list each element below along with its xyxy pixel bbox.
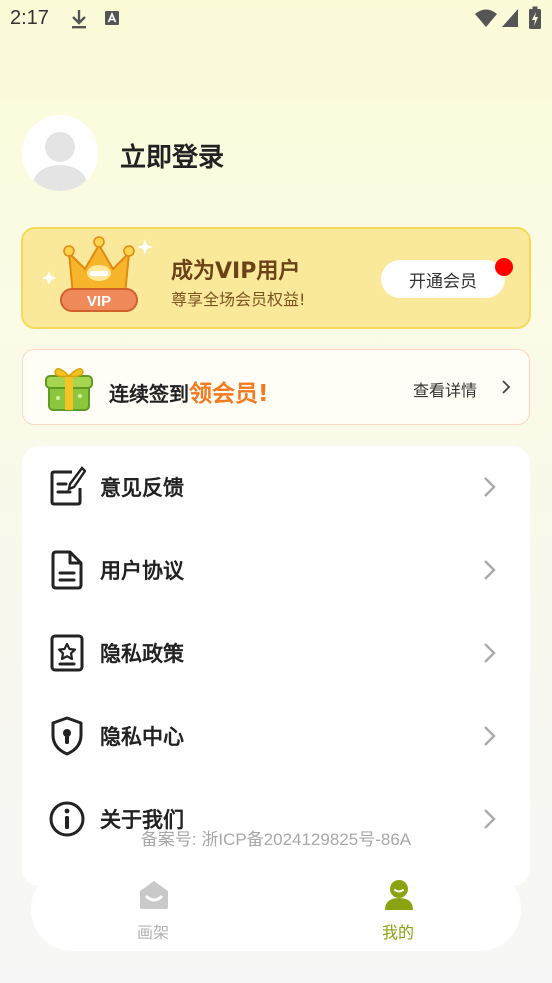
chevron-right-icon xyxy=(484,477,496,497)
chevron-right-icon xyxy=(502,380,511,394)
signin-text-highlight: 领会员! xyxy=(189,381,269,407)
gift-icon xyxy=(45,368,93,411)
vip-banner[interactable]: VIP 成为VIP用户 尊享全场会员权益! 开通会员 xyxy=(21,227,531,329)
vip-title: 成为VIP用户 xyxy=(171,259,301,284)
open-membership-button[interactable]: 开通会员 xyxy=(381,260,505,298)
settings-menu: 意见反馈 用户协议 隐私政策 隐私中心 关于我们 xyxy=(22,446,530,886)
nav-tab-shelf[interactable]: 画架 xyxy=(93,867,213,951)
view-details-link[interactable]: 查看详情 xyxy=(413,377,511,401)
vip-crown-icon: VIP xyxy=(42,236,153,312)
signin-text: 连续签到领会员! xyxy=(109,374,269,408)
wifi-icon xyxy=(475,9,497,27)
keyboard-a-icon xyxy=(105,11,119,25)
vip-subtitle: 尊享全场会员权益! xyxy=(171,290,306,309)
nav-label-shelf: 画架 xyxy=(136,923,169,942)
privacy-policy-icon xyxy=(50,634,84,672)
document-icon xyxy=(51,550,83,590)
chevron-right-icon xyxy=(484,560,496,580)
status-time: 2:17 xyxy=(10,7,49,29)
vip-badge-text: VIP xyxy=(87,293,111,310)
menu-item-privacy-policy[interactable]: 隐私政策 xyxy=(22,612,530,695)
feedback-icon xyxy=(50,466,86,506)
menu-label-feedback: 意见反馈 xyxy=(100,476,184,500)
signin-banner[interactable]: 连续签到领会员! 查看详情 xyxy=(22,349,530,425)
notification-dot xyxy=(495,258,513,276)
avatar[interactable] xyxy=(22,115,98,191)
default-avatar-icon xyxy=(22,115,98,191)
chevron-right-icon xyxy=(484,726,496,746)
signal-icon xyxy=(502,9,518,27)
shield-icon xyxy=(51,716,83,756)
login-link[interactable]: 立即登录 xyxy=(120,137,224,174)
bottom-nav: 画架 我的 xyxy=(31,867,521,951)
menu-label-user-agreement: 用户协议 xyxy=(100,559,184,583)
chevron-right-icon xyxy=(484,643,496,663)
menu-item-privacy-center[interactable]: 隐私中心 xyxy=(22,695,530,778)
menu-label-privacy-policy: 隐私政策 xyxy=(100,642,184,666)
menu-item-user-agreement[interactable]: 用户协议 xyxy=(22,529,530,612)
menu-label-privacy-center: 隐私中心 xyxy=(100,725,184,749)
battery-icon xyxy=(529,6,541,29)
nav-label-profile: 我的 xyxy=(381,923,414,942)
status-bar: 2:17 xyxy=(0,0,552,40)
nav-tab-profile[interactable]: 我的 xyxy=(338,867,458,951)
signin-text-prefix: 连续签到 xyxy=(109,382,189,406)
menu-item-feedback[interactable]: 意见反馈 xyxy=(22,446,530,529)
shelf-icon xyxy=(140,881,168,909)
icp-filing-text: 备案号: 浙ICP备2024129825号-86A xyxy=(140,830,412,849)
download-icon xyxy=(72,10,86,29)
view-details-label: 查看详情 xyxy=(413,381,478,400)
profile-icon xyxy=(385,880,413,910)
